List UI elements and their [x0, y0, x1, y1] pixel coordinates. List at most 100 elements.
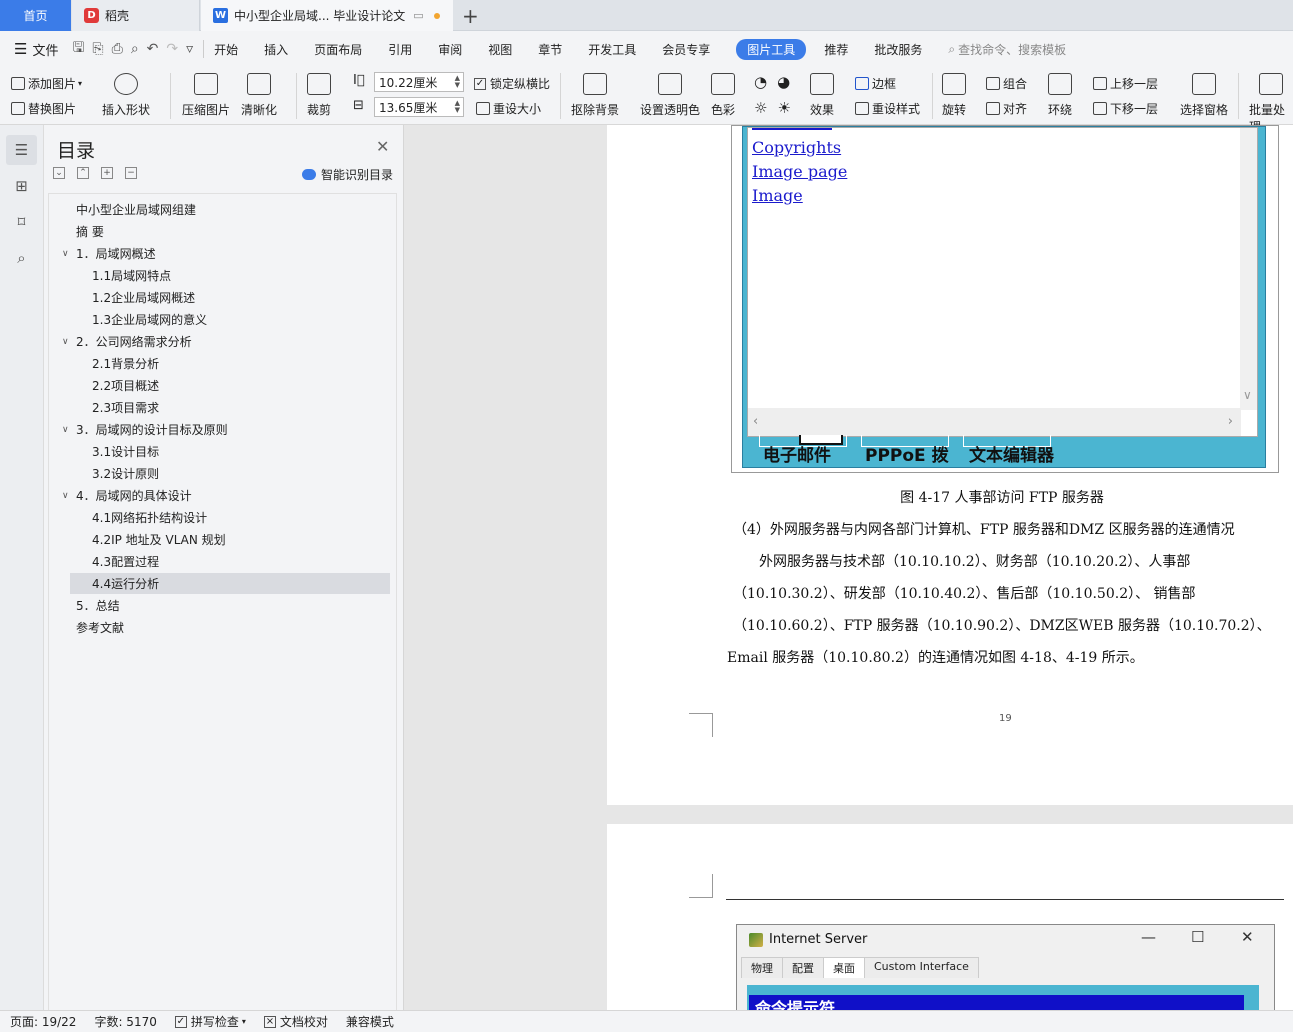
- menu-view[interactable]: 视图: [488, 41, 512, 58]
- redo-icon[interactable]: ↷: [166, 41, 178, 57]
- brightness-buttons[interactable]: ◔ ◕: [754, 73, 790, 91]
- search-nav-icon[interactable]: ⌕: [6, 243, 37, 273]
- menu-references[interactable]: 引用: [388, 41, 412, 58]
- toc-item[interactable]: 4.1网络拓扑结构设计: [70, 507, 390, 528]
- export-icon[interactable]: ⎘: [92, 41, 103, 57]
- group-button[interactable]: 组合: [986, 75, 1027, 92]
- toc-item[interactable]: 1.1局域网特点: [70, 265, 390, 286]
- wrap-button[interactable]: 环绕: [1048, 73, 1072, 118]
- contrast-up-icon[interactable]: ◔: [754, 73, 767, 91]
- toc-item[interactable]: 3.1设计目标: [70, 441, 390, 462]
- document-area[interactable]: Copyrights Image page Image ∨ ‹ › 电子邮件 P…: [405, 125, 1293, 1010]
- file-menu[interactable]: ☰ 文件: [14, 40, 58, 59]
- contrast-down-icon[interactable]: ◕: [777, 73, 790, 91]
- menu-recommend[interactable]: 推荐: [824, 41, 848, 58]
- toc-item[interactable]: 4.3配置过程: [70, 551, 390, 572]
- add-image-button[interactable]: 添加图片 ▾: [11, 75, 82, 92]
- preview-icon[interactable]: ⌕: [131, 41, 139, 57]
- effects-button[interactable]: 效果: [810, 73, 834, 118]
- align-button[interactable]: 对齐: [986, 100, 1027, 117]
- brightness-down-icon[interactable]: ☀: [777, 99, 790, 117]
- chevron-down-icon[interactable]: ∨: [62, 425, 69, 435]
- height-spinner[interactable]: ▲ ▼: [455, 100, 463, 114]
- plus-icon[interactable]: +: [101, 167, 113, 179]
- toc-item[interactable]: 2.3项目需求: [70, 397, 390, 418]
- bookmark-nav-icon[interactable]: ⌑: [6, 207, 37, 237]
- screen-icon[interactable]: ▭: [413, 9, 423, 22]
- spell-check-button[interactable]: ✓ 拼写检查 ▾: [174, 1013, 246, 1030]
- sharpen-button[interactable]: 清晰化: [241, 73, 277, 118]
- remove-background-button[interactable]: 抠除背景: [571, 73, 619, 118]
- toc-item-selected[interactable]: 4.4运行分析: [70, 573, 390, 594]
- toc-item[interactable]: 5．总结: [70, 595, 390, 616]
- toc-item[interactable]: 2.2项目概述: [70, 375, 390, 396]
- crop-button[interactable]: 裁剪: [307, 73, 331, 118]
- proofread-button[interactable]: × 文档校对: [263, 1013, 328, 1030]
- tab-daoke[interactable]: D 稻壳: [72, 0, 200, 31]
- lock-ratio-checkbox[interactable]: ✓ 锁定纵横比: [474, 75, 550, 92]
- chevron-down-icon[interactable]: ∨: [62, 337, 69, 347]
- document-page[interactable]: Copyrights Image page Image ∨ ‹ › 电子邮件 P…: [607, 125, 1293, 805]
- close-icon[interactable]: ✕: [376, 137, 389, 156]
- insert-shape-button[interactable]: 插入形状: [102, 73, 150, 118]
- compress-button[interactable]: 压缩图片: [182, 73, 230, 118]
- reset-style-button[interactable]: 重设样式: [855, 100, 920, 117]
- tab-document[interactable]: W 中小型企业局域... 毕业设计论文 ▭: [201, 0, 453, 31]
- toc-item[interactable]: 3.2设计原则: [70, 463, 390, 484]
- color-button[interactable]: 色彩: [711, 73, 735, 118]
- outline-nav-icon[interactable]: ⊞: [6, 171, 37, 201]
- menu-review[interactable]: 审阅: [438, 41, 462, 58]
- toc-item[interactable]: ∨ 1．局域网概述: [62, 243, 390, 264]
- menu-developer[interactable]: 开发工具: [588, 41, 636, 58]
- toc-item[interactable]: 1.2企业局域网概述: [70, 287, 390, 308]
- screenshot-image[interactable]: Copyrights Image page Image ∨ ‹ › 电子邮件 P…: [731, 125, 1279, 473]
- minus-icon[interactable]: −: [125, 167, 137, 179]
- save-icon[interactable]: 🖫: [72, 37, 84, 61]
- toc-item[interactable]: ∨ 4．局域网的具体设计: [62, 485, 390, 506]
- menu-member[interactable]: 会员专享: [662, 41, 710, 58]
- width-spinner[interactable]: ▲ ▼: [455, 75, 463, 89]
- expand-icon[interactable]: ⌃: [77, 167, 89, 179]
- word-count[interactable]: 字数: 5170: [94, 1013, 156, 1030]
- toc-item[interactable]: 中小型企业局域网组建: [70, 199, 390, 220]
- toc-nav-icon[interactable]: ☰: [6, 135, 37, 165]
- toc-item[interactable]: ∨ 2．公司网络需求分析: [62, 331, 390, 352]
- rotate-button[interactable]: 旋转: [942, 73, 966, 118]
- menu-picture-tools[interactable]: 图片工具: [736, 38, 807, 60]
- width-input[interactable]: 10.22厘米 ▲ ▼: [374, 72, 464, 92]
- replace-image-button[interactable]: 替换图片: [11, 100, 76, 117]
- chevron-down-icon[interactable]: ∨: [62, 491, 69, 501]
- print-icon[interactable]: ⎙: [112, 41, 123, 57]
- document-page-next[interactable]: Internet Server — ☐ ✕ 物理 配置 桌面 Custom In…: [607, 824, 1293, 1010]
- menu-layout[interactable]: 页面布局: [314, 41, 362, 58]
- selection-pane-button[interactable]: 选择窗格: [1180, 73, 1228, 118]
- more-icon[interactable]: ▿: [186, 41, 193, 57]
- toc-item[interactable]: 摘 要: [70, 221, 390, 242]
- set-transparent-button[interactable]: 设置透明色: [640, 73, 700, 118]
- height-input[interactable]: 13.65厘米 ▲ ▼: [374, 97, 464, 117]
- brightness-adjust[interactable]: ☼ ☀: [754, 99, 791, 117]
- toc-item[interactable]: 4.2IP 地址及 VLAN 规划: [70, 529, 390, 550]
- toc-item[interactable]: 1.3企业局域网的意义: [70, 309, 390, 330]
- toc-item[interactable]: 2.1背景分析: [70, 353, 390, 374]
- menu-insert[interactable]: 插入: [264, 41, 288, 58]
- border-button[interactable]: 边框: [855, 75, 896, 92]
- page-indicator[interactable]: 页面: 19/22: [10, 1013, 76, 1030]
- bring-forward-button[interactable]: 上移一层: [1093, 75, 1158, 92]
- command-search[interactable]: ⌕ 查找命令、搜索模板: [948, 41, 1066, 58]
- reset-size-button[interactable]: 重设大小: [476, 100, 541, 117]
- brightness-up-icon[interactable]: ☼: [754, 99, 767, 117]
- undo-icon[interactable]: ↶: [147, 41, 159, 57]
- smart-toc-button[interactable]: 智能识别目录: [302, 166, 393, 183]
- new-tab-button[interactable]: +: [462, 4, 479, 28]
- send-backward-button[interactable]: 下移一层: [1093, 100, 1158, 117]
- internet-server-window[interactable]: Internet Server — ☐ ✕ 物理 配置 桌面 Custom In…: [736, 924, 1275, 1010]
- menu-correction[interactable]: 批改服务: [874, 41, 922, 58]
- menu-start[interactable]: 开始: [214, 41, 238, 58]
- toc-item[interactable]: 参考文献: [70, 617, 390, 638]
- menu-section[interactable]: 章节: [538, 41, 562, 58]
- chevron-down-icon[interactable]: ∨: [62, 249, 69, 259]
- tab-home[interactable]: 首页: [0, 0, 71, 31]
- toc-item[interactable]: ∨ 3．局域网的设计目标及原则: [62, 419, 390, 440]
- collapse-icon[interactable]: ⌄: [53, 167, 65, 179]
